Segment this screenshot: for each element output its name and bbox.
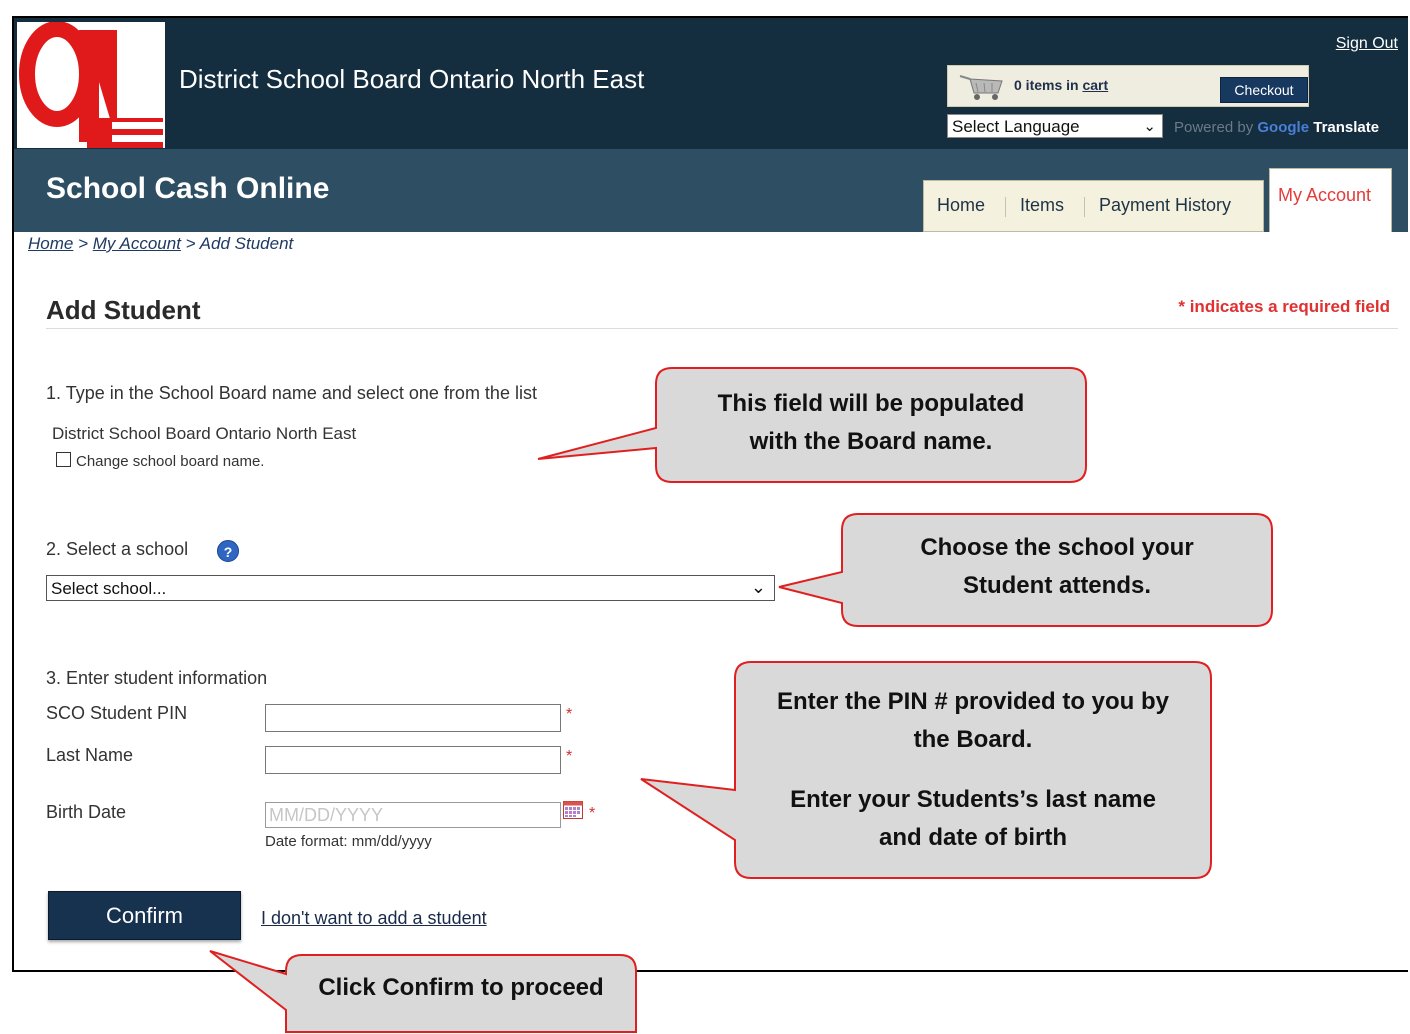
callout-line: Choose the school your: [920, 534, 1194, 561]
callout-pin-text: Enter the PIN # provided to you by the B…: [735, 683, 1211, 857]
callout-line: Enter the PIN # provided to you by: [776, 688, 1170, 715]
callout-line: the Board.: [913, 726, 1033, 753]
annotation-layer: [209, 367, 1273, 1033]
callout-board-text: This field will be populated with the Bo…: [656, 385, 1086, 461]
callout-line: Enter your Students’s last name: [790, 786, 1156, 813]
callout-line: and date of birth: [879, 824, 1067, 851]
callout-school-text: Choose the school your Student attends.: [842, 529, 1272, 605]
callout-line: Click Confirm to proceed: [318, 974, 604, 1001]
callout-confirm-text: Click Confirm to proceed: [286, 969, 636, 1007]
callout-line: with the Board name.: [749, 428, 993, 455]
callout-line: Student attends.: [962, 572, 1151, 599]
callout-line: This field will be populated: [717, 390, 1025, 417]
